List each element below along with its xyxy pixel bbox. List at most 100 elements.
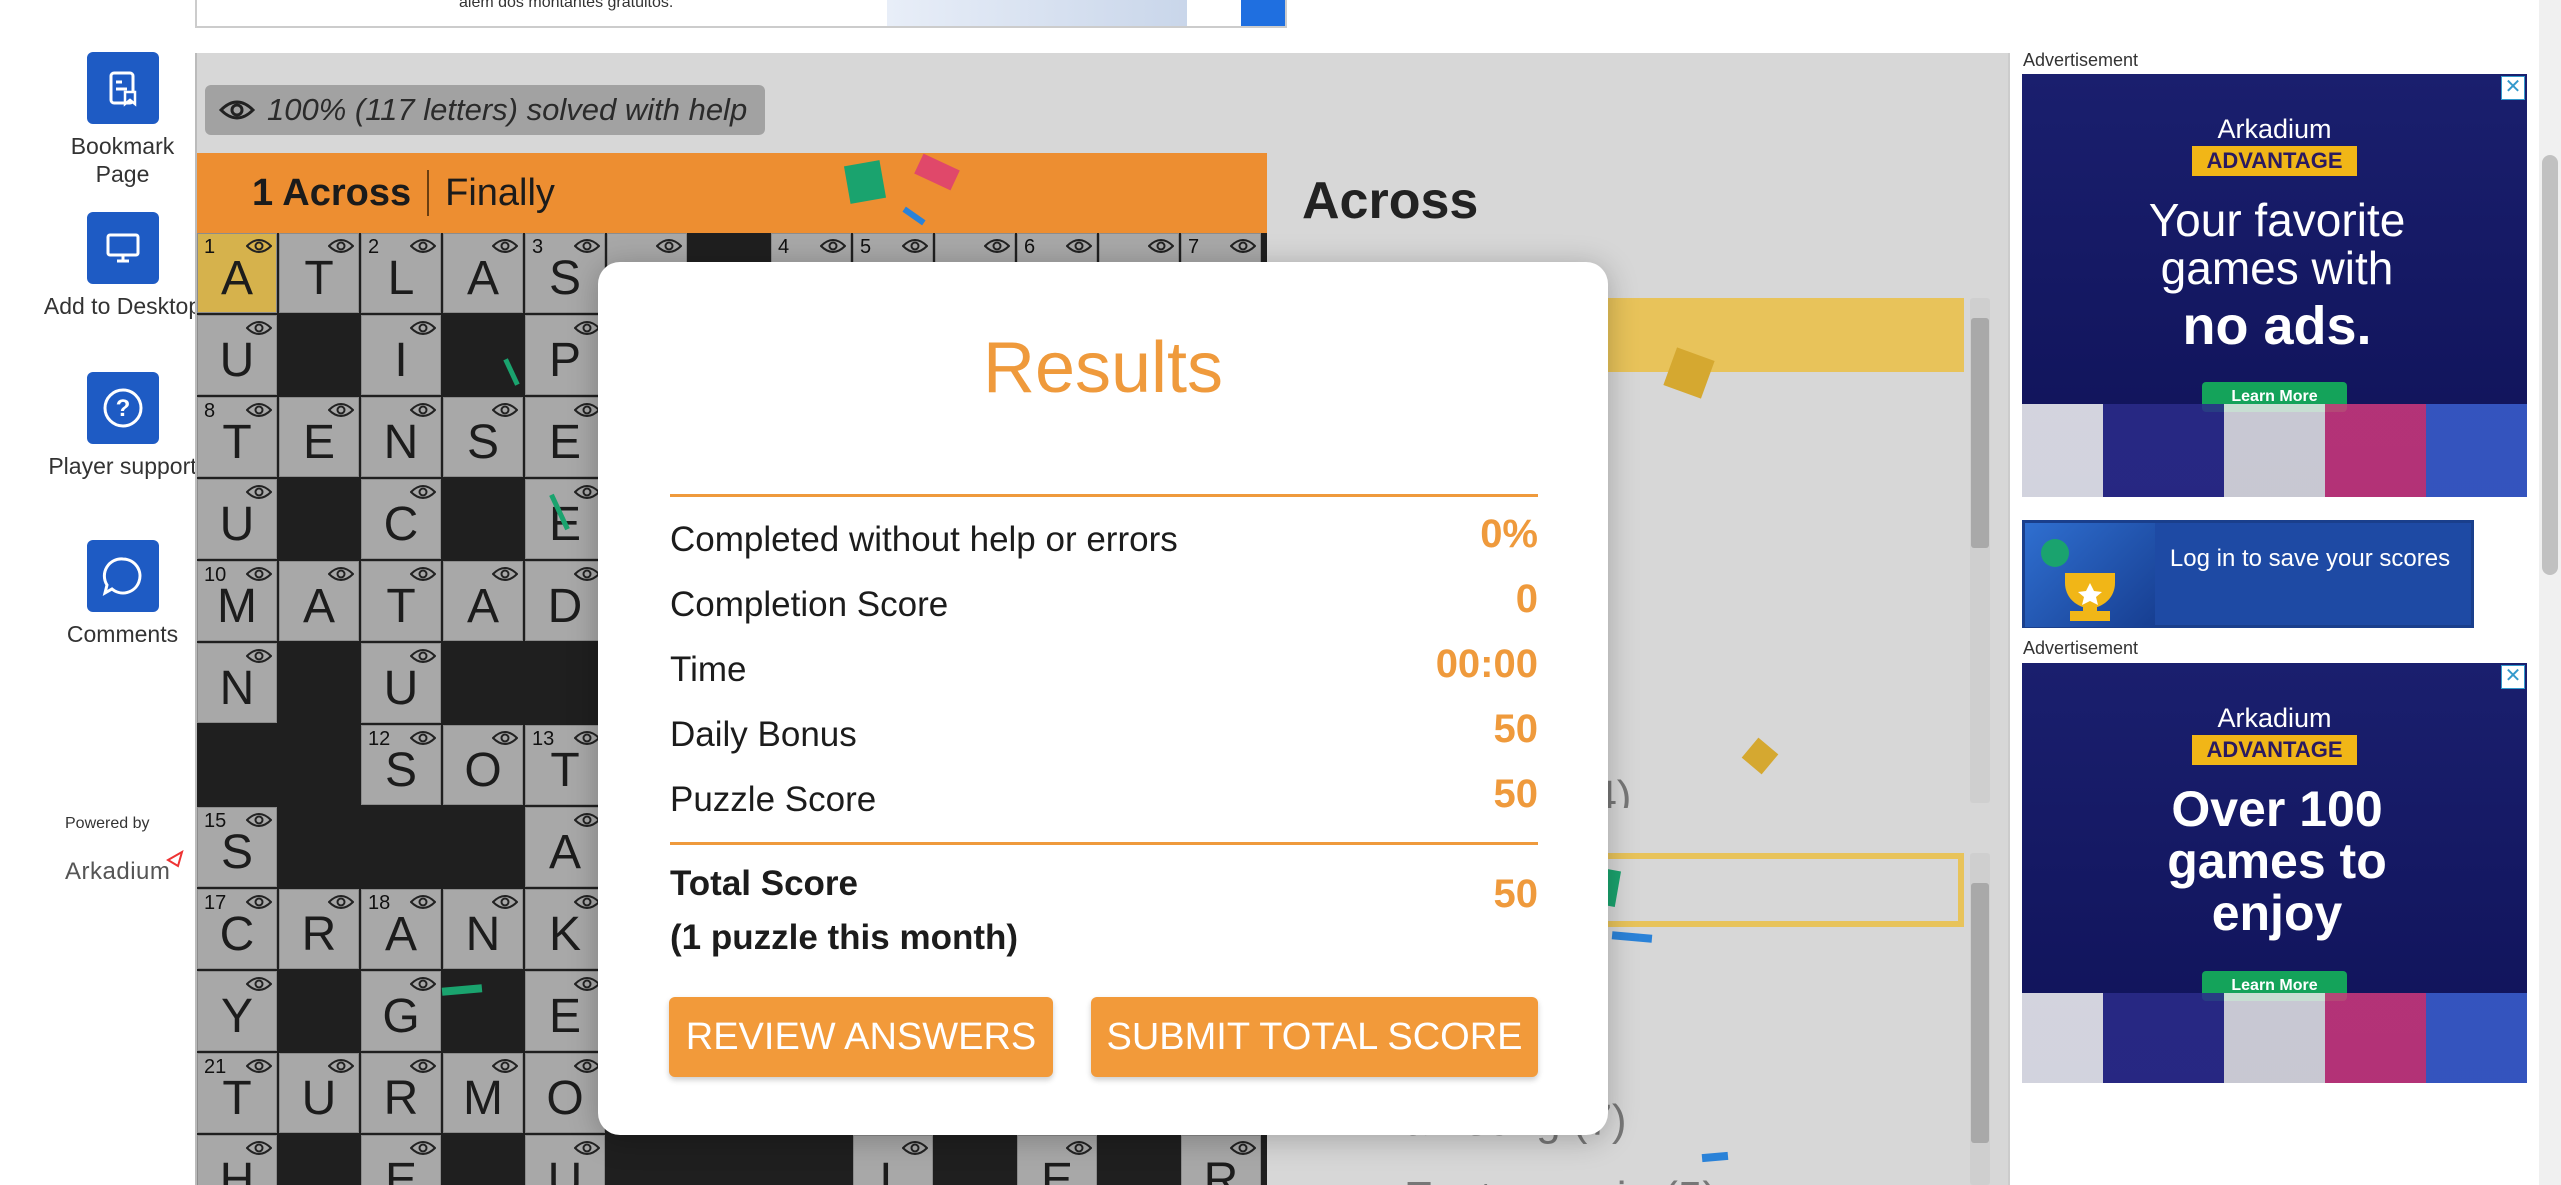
cell-letter: N — [383, 416, 419, 469]
grid-cell[interactable]: T — [279, 233, 359, 313]
grid-cell[interactable]: 12 S — [361, 725, 441, 805]
grid-cell[interactable]: N — [197, 643, 277, 723]
grid-cell[interactable]: 17 C — [197, 889, 277, 969]
grid-cell[interactable]: N — [443, 889, 523, 969]
cell-letter: U — [547, 1154, 583, 1185]
grid-cell[interactable]: Y — [197, 971, 277, 1051]
cell-letter: U — [219, 498, 255, 551]
ad-label-2: Advertisement — [2023, 638, 2139, 658]
grid-cell[interactable]: A — [525, 807, 605, 887]
grid-cell[interactable]: G — [361, 971, 441, 1051]
grid-cell[interactable]: O — [525, 1053, 605, 1133]
grid-cell[interactable]: E — [525, 971, 605, 1051]
powered-by-text: Powered by — [65, 815, 150, 832]
result-label: Daily Bonus — [670, 715, 857, 754]
grid-cell[interactable]: U — [197, 315, 277, 395]
question-icon: ? — [86, 372, 159, 444]
cell-letter: N — [219, 662, 255, 715]
grid-cell[interactable]: M — [443, 1053, 523, 1133]
grid-cell[interactable]: R — [361, 1053, 441, 1133]
result-value: 00:00 — [1435, 642, 1538, 686]
cell-letter: T — [550, 744, 580, 797]
grid-cell[interactable]: K — [525, 889, 605, 969]
top-ad-cta[interactable] — [1241, 0, 1285, 26]
cell-letter: N — [465, 908, 501, 961]
grid-cell[interactable]: 21 T — [197, 1053, 277, 1133]
cell-letter: E — [1040, 1154, 1073, 1185]
results-modal: Results Completed without help or errors… — [598, 262, 1608, 1135]
cell-number: 4 — [778, 236, 790, 258]
grid-cell[interactable]: U — [361, 643, 441, 723]
arkadium-triangle-icon — [166, 850, 184, 868]
submit-total-score-button[interactable]: SUBMIT TOTAL SCORE — [1091, 997, 1538, 1077]
bookmark-page-label: Bookmark Page — [70, 133, 175, 187]
close-icon[interactable]: ✕ — [2501, 665, 2525, 689]
grid-cell[interactable]: E — [525, 397, 605, 477]
grid-cell[interactable]: 18 A — [361, 889, 441, 969]
login-to-save-button[interactable]: Log in to save your scores — [2022, 520, 2474, 628]
grid-cell[interactable]: R — [279, 889, 359, 969]
page-scrollbar-thumb[interactable] — [2542, 155, 2558, 575]
down-scrollbar-thumb[interactable] — [1971, 883, 1989, 1143]
across-scrollbar[interactable] — [1970, 298, 1990, 803]
grid-cell[interactable]: I — [361, 315, 441, 395]
grid-cell[interactable]: U — [197, 479, 277, 559]
grid-cell[interactable]: A — [443, 233, 523, 313]
arkadium-logo-text: Arkadium — [65, 858, 171, 885]
cell-letter: C — [219, 908, 255, 961]
grid-cell[interactable]: 2L — [361, 233, 441, 313]
grid-cell[interactable]: 3S — [525, 233, 605, 313]
across-scrollbar-thumb[interactable] — [1971, 318, 1989, 548]
cell-letter: S — [466, 416, 499, 469]
ad-banner-1[interactable]: ✕ Arkadium ADVANTAGE Your favorite games… — [2022, 74, 2527, 497]
grid-cell[interactable]: T — [361, 561, 441, 641]
grid-cell[interactable]: U — [525, 1135, 605, 1185]
grid-cell[interactable]: 15 S — [197, 807, 277, 887]
result-value: 50 — [1493, 772, 1539, 816]
ad-headline-1: Your favorite — [2148, 194, 2406, 246]
cell-letter: P — [548, 334, 581, 387]
page-scrollbar[interactable] — [2539, 0, 2561, 1185]
down-clue-item[interactable]: Easter again (5) — [1274, 1161, 1964, 1185]
grid-cell[interactable]: C — [361, 479, 441, 559]
down-scrollbar[interactable] — [1970, 853, 1990, 1185]
result-value: 0 — [1515, 577, 1538, 621]
grid-cell[interactable]: P — [525, 315, 605, 395]
grid-cell[interactable]: E — [361, 1135, 441, 1185]
grid-cell[interactable]: O — [443, 725, 523, 805]
grid-cell[interactable]: A — [443, 561, 523, 641]
player-support-label: Player support — [48, 453, 197, 479]
grid-cell[interactable]: 1A — [197, 233, 277, 313]
grid-cell[interactable]: N — [361, 397, 441, 477]
top-ad-banner[interactable]: além dos montantes gratuitos. — [195, 0, 1287, 28]
grid-cell[interactable]: E — [279, 397, 359, 477]
results-title: Results — [982, 328, 1224, 408]
cell-letter: T — [386, 580, 416, 633]
cell-letter: A — [466, 252, 499, 305]
total-score-subtitle: (1 puzzle this month) — [670, 918, 1019, 957]
grid-cell[interactable]: D — [525, 561, 605, 641]
cell-letter: T — [304, 252, 334, 305]
grid-cell[interactable]: A — [279, 561, 359, 641]
ad-brand: Arkadium — [2217, 703, 2332, 733]
grid-cell[interactable]: H — [197, 1135, 277, 1185]
arkadium-logo[interactable]: Arkadium — [65, 850, 184, 886]
total-score-value: 50 — [1493, 872, 1539, 916]
grid-cell[interactable]: R — [1181, 1135, 1261, 1185]
review-answers-button[interactable]: REVIEW ANSWERS — [669, 997, 1053, 1077]
grid-cell[interactable]: 13 T — [525, 725, 605, 805]
ad-banner-2[interactable]: ✕ Arkadium ADVANTAGE Over 100 games to e… — [2022, 663, 2527, 1083]
cell-letter: D — [547, 580, 583, 633]
result-label: Puzzle Score — [670, 780, 877, 819]
grid-cell[interactable]: L — [853, 1135, 933, 1185]
grid-cell[interactable]: U — [279, 1053, 359, 1133]
grid-cell[interactable]: 10 M — [197, 561, 277, 641]
svg-text:?: ? — [115, 395, 130, 422]
cell-letter: T — [222, 416, 252, 469]
grid-cell[interactable]: 8T — [197, 397, 277, 477]
grid-cell[interactable]: S — [443, 397, 523, 477]
close-icon[interactable]: ✕ — [2501, 76, 2525, 100]
ad-advantage-badge: ADVANTAGE — [2192, 146, 2357, 176]
grid-cell[interactable]: E — [1017, 1135, 1097, 1185]
total-score-title: Total Score — [670, 864, 859, 903]
